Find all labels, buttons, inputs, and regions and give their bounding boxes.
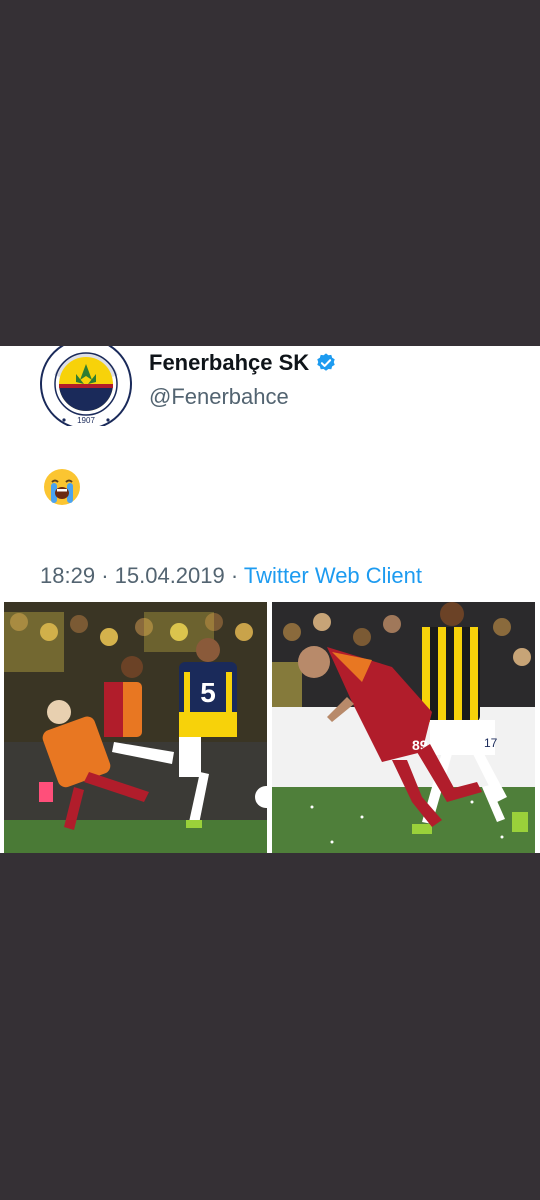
tweet-metadata: 18:29 · 15.04.2019 · Twitter Web Client bbox=[40, 563, 422, 589]
handle[interactable]: @Fenerbahce bbox=[149, 384, 289, 410]
tweet-client-link[interactable]: Twitter Web Client bbox=[244, 563, 422, 588]
meta-separator: · bbox=[101, 563, 109, 588]
display-name-text: Fenerbahçe SK bbox=[149, 350, 310, 375]
meta-separator-2: · bbox=[230, 563, 239, 588]
media-photo-right[interactable]: 17 89 bbox=[272, 602, 535, 853]
logo-year: 1907 bbox=[77, 416, 95, 425]
media-photo-left[interactable]: 5 bbox=[4, 602, 267, 853]
loudly-crying-face-icon bbox=[43, 468, 81, 506]
fenerbahce-logo-icon: 1907 bbox=[40, 346, 132, 430]
jersey-number-right-yellow: 17 bbox=[484, 736, 498, 750]
tweet-media: 5 17 89 bbox=[4, 602, 536, 853]
tweet-card: 1907 Fenerbahçe SK @Fenerbahce 18:29 · 1… bbox=[0, 346, 540, 853]
avatar[interactable]: 1907 bbox=[40, 346, 132, 430]
tweet-date[interactable]: 15.04.2019 bbox=[115, 563, 225, 588]
bottom-dark-band bbox=[0, 853, 540, 1200]
display-name[interactable]: Fenerbahçe SK bbox=[149, 350, 337, 376]
top-dark-band bbox=[0, 0, 540, 346]
verified-badge-icon bbox=[317, 353, 335, 371]
jersey-number-left: 5 bbox=[200, 677, 216, 708]
tweet-time[interactable]: 18:29 bbox=[40, 563, 95, 588]
